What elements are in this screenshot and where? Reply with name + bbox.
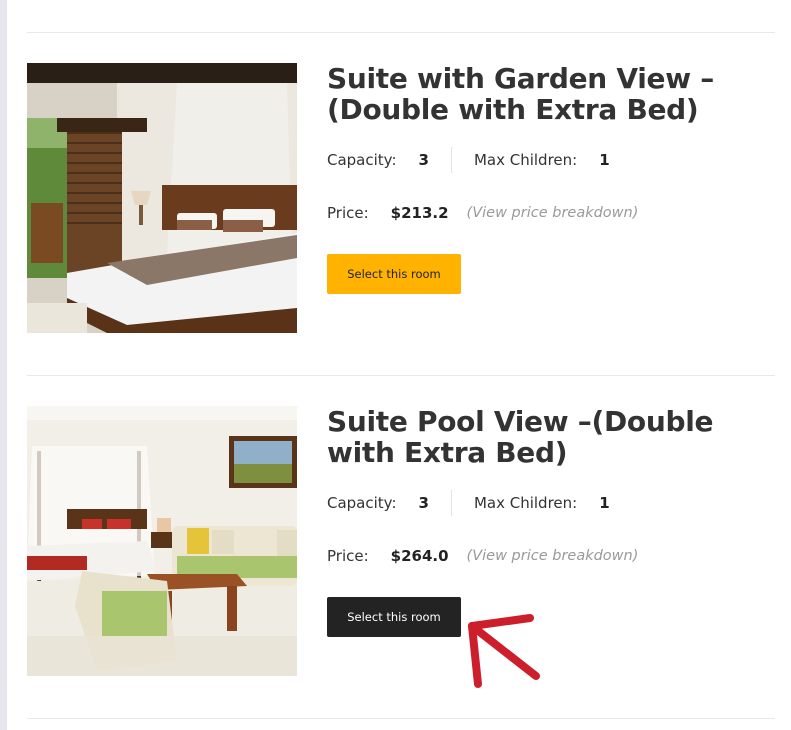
room-title[interactable]: Suite Pool View –(Double with Extra Bed) bbox=[327, 406, 777, 468]
room-title[interactable]: Suite with Garden View –(Double with Ext… bbox=[327, 63, 777, 125]
capacity-value: 3 bbox=[418, 494, 429, 512]
room-photo-garden-view[interactable] bbox=[27, 63, 297, 333]
page-left-rail bbox=[0, 0, 7, 730]
capacity-row: Capacity: 3 Max Children: 1 bbox=[327, 490, 610, 516]
divider-top bbox=[27, 32, 775, 33]
view-price-breakdown-link[interactable]: (View price breakdown) bbox=[467, 548, 639, 564]
room-card-garden-view: Suite with Garden View –(Double with Ext… bbox=[27, 63, 775, 333]
bedroom-photo-image bbox=[27, 406, 297, 676]
bedroom-photo-image bbox=[27, 63, 297, 333]
capacity-label: Capacity: bbox=[327, 494, 397, 512]
price-value: $213.2 bbox=[390, 204, 449, 222]
room-photo-pool-view[interactable] bbox=[27, 406, 297, 676]
spec-separator bbox=[450, 147, 452, 173]
price-label: Price: bbox=[327, 547, 369, 565]
max-children-value: 1 bbox=[599, 151, 610, 169]
price-value: $264.0 bbox=[390, 547, 449, 565]
max-children-value: 1 bbox=[599, 494, 610, 512]
max-children-label: Max Children: bbox=[473, 494, 578, 512]
spec-separator bbox=[450, 490, 452, 516]
select-room-button[interactable]: Select this room bbox=[327, 597, 461, 637]
capacity-label: Capacity: bbox=[327, 151, 397, 169]
divider-middle bbox=[27, 375, 775, 376]
price-label: Price: bbox=[327, 204, 369, 222]
room-card-pool-view: Suite Pool View –(Double with Extra Bed)… bbox=[27, 406, 775, 676]
capacity-value: 3 bbox=[418, 151, 429, 169]
price-row: Price: $213.2 (View price breakdown) bbox=[327, 203, 638, 223]
max-children-label: Max Children: bbox=[473, 151, 578, 169]
divider-bottom bbox=[27, 718, 775, 719]
select-room-button[interactable]: Select this room bbox=[327, 254, 461, 294]
view-price-breakdown-link[interactable]: (View price breakdown) bbox=[467, 205, 639, 221]
price-row: Price: $264.0 (View price breakdown) bbox=[327, 546, 638, 566]
red-arrow-icon bbox=[468, 614, 540, 688]
capacity-row: Capacity: 3 Max Children: 1 bbox=[327, 147, 610, 173]
